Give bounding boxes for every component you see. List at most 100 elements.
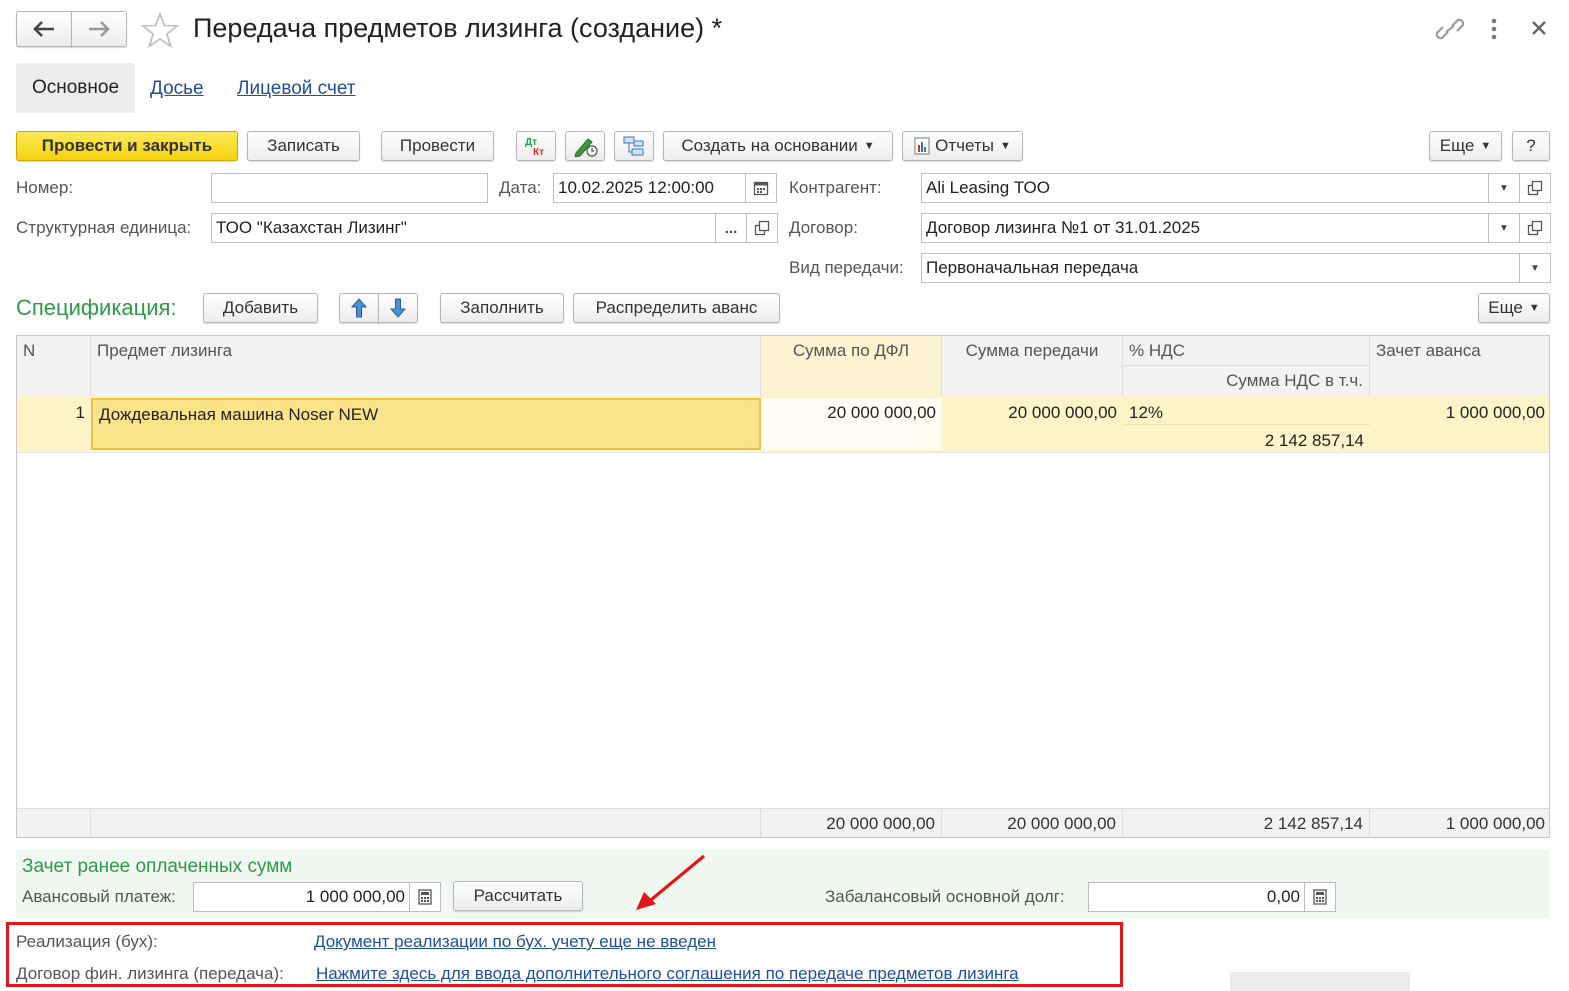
col-transfer-header[interactable]: Сумма передачи [942,336,1123,396]
more-button[interactable]: Еще ▼ [1429,131,1502,161]
tab-main[interactable]: Основное [16,63,135,113]
col-vat-sum-header[interactable]: Сумма НДС в т.ч. [1123,366,1370,396]
bottom-panel-fragment [1230,972,1410,991]
highlight-frame [6,922,1123,987]
move-down-button[interactable] [378,293,418,323]
calendar-icon [753,180,769,196]
transfer-type-label: Вид передачи: [789,258,904,277]
counterparty-field[interactable]: Ali Leasing ТОО [921,173,1489,203]
contract-open-button[interactable] [1519,213,1551,243]
svg-text:Кт: Кт [533,147,544,157]
more-vertical-icon[interactable] [1489,18,1499,40]
open-icon [754,220,770,236]
chevron-down-icon: ▼ [999,140,1011,152]
dt-kt-button[interactable]: Дт Кт [516,131,556,161]
total-dfl: 20 000 000,00 [761,809,942,837]
date-field[interactable]: 10.02.2025 12:00:00 [553,173,746,203]
table-footer: 20 000 000,00 20 000 000,00 2 142 857,14… [17,808,1549,837]
contract-dropdown-button[interactable]: ▼ [1488,213,1520,243]
forward-button[interactable] [71,11,127,47]
row-advance[interactable]: 1 000 000,00 [1370,398,1549,428]
contract-label: Договор: [789,218,858,237]
back-button[interactable] [16,11,72,47]
spec-table: N Предмет лизинга Сумма по ДФЛ Сумма пер… [16,335,1550,838]
hierarchy-icon [622,135,646,157]
structure-button[interactable] [614,131,654,161]
calculate-button[interactable]: Рассчитать [453,881,583,911]
close-icon[interactable] [1531,20,1547,36]
col-item-header[interactable]: Предмет лизинга [91,336,761,396]
more-label: Еще [1439,136,1475,155]
chevron-down-icon: ▼ [1480,140,1492,152]
counterparty-open-button[interactable] [1519,173,1551,203]
row-vat-sum[interactable]: 2 142 857,14 [1123,426,1370,456]
unit-field[interactable]: ТОО "Казахстан Лизинг" [211,213,716,243]
footer-n [17,809,91,837]
unit-label: Структурная единица: [16,218,192,237]
help-button[interactable]: ? [1512,131,1550,161]
edit-history-button[interactable] [565,131,605,161]
open-icon [1527,180,1543,196]
total-advance: 1 000 000,00 [1445,814,1545,833]
advance-payment-label: Авансовый платеж: [22,887,176,906]
arrow-left-icon [33,21,55,37]
date-label: Дата: [499,178,542,197]
chevron-down-icon: ▼ [863,140,875,152]
highlight-arrow-icon [632,852,708,914]
offset-title: Зачет ранее оплаченных сумм [22,856,293,877]
number-label: Номер: [16,178,74,197]
counterparty-label: Контрагент: [789,178,882,197]
contract-field[interactable]: Договор лизинга №1 от 31.01.2025 [921,213,1489,243]
link-icon[interactable] [1436,16,1464,42]
number-field[interactable] [211,173,488,203]
counterparty-dropdown-button[interactable]: ▼ [1488,173,1520,203]
create-based-on-button[interactable]: Создать на основании ▼ [663,131,893,161]
fill-button[interactable]: Заполнить [440,293,564,323]
report-icon [914,137,930,155]
add-button[interactable]: Добавить [203,293,318,323]
unit-select-button[interactable]: ... [715,213,747,243]
transfer-type-dropdown-button[interactable]: ▼ [1519,253,1551,283]
spec-title: Спецификация: [16,295,177,320]
row-vat-divider [1123,424,1370,425]
unit-open-button[interactable] [746,213,778,243]
tab-main-label: Основное [31,77,120,98]
col-vat-pct-header[interactable]: % НДС [1123,336,1370,366]
spec-more-label: Еще [1488,298,1523,317]
calendar-button[interactable] [745,173,777,203]
transfer-type-field[interactable]: Первоначальная передача [921,253,1520,283]
row-item[interactable]: Дождевальная машина Noser NEW [91,398,761,450]
arrow-right-icon [88,21,110,37]
advance-calculator-button[interactable] [409,882,441,912]
tab-dossier[interactable]: Досье [150,78,204,100]
save-button[interactable]: Записать [247,131,360,161]
row-transfer[interactable]: 20 000 000,00 [942,398,1123,428]
chevron-down-icon: ▼ [1499,182,1509,194]
offbalance-field[interactable]: 0,00 [1088,882,1305,912]
move-up-button[interactable] [339,293,379,323]
favorite-star-icon[interactable] [141,12,179,48]
row-dfl[interactable]: 20 000 000,00 [761,398,942,450]
reports-label: Отчеты [935,136,994,155]
post-button[interactable]: Провести [381,131,494,161]
offbalance-label: Забалансовый основной долг: [825,887,1065,906]
pen-clock-icon [572,135,598,157]
tab-account[interactable]: Лицевой счет [237,78,355,100]
distribute-advance-button[interactable]: Распределить аванс [573,293,780,323]
chevron-down-icon: ▼ [1528,302,1540,314]
table-row[interactable]: 1 Дождевальная машина Noser NEW 20 000 0… [17,396,1549,456]
offbalance-calculator-button[interactable] [1304,882,1336,912]
col-n-header[interactable]: N [17,336,91,396]
reports-button[interactable]: Отчеты ▼ [902,131,1023,161]
table-header: N Предмет лизинга Сумма по ДФЛ Сумма пер… [17,336,1549,397]
post-and-close-button[interactable]: Провести и закрыть [16,131,238,161]
window-title: Передача предметов лизинга (создание) * [193,13,723,43]
open-icon [1527,220,1543,236]
spec-more-button[interactable]: Еще ▼ [1478,293,1550,323]
arrow-down-icon [390,298,406,318]
calculator-icon [1313,889,1327,905]
col-dfl-header[interactable]: Сумма по ДФЛ [761,336,942,396]
advance-payment-field[interactable]: 1 000 000,00 [193,882,410,912]
calculator-icon [418,889,432,905]
col-advance-header[interactable]: Зачет аванса [1370,336,1549,396]
